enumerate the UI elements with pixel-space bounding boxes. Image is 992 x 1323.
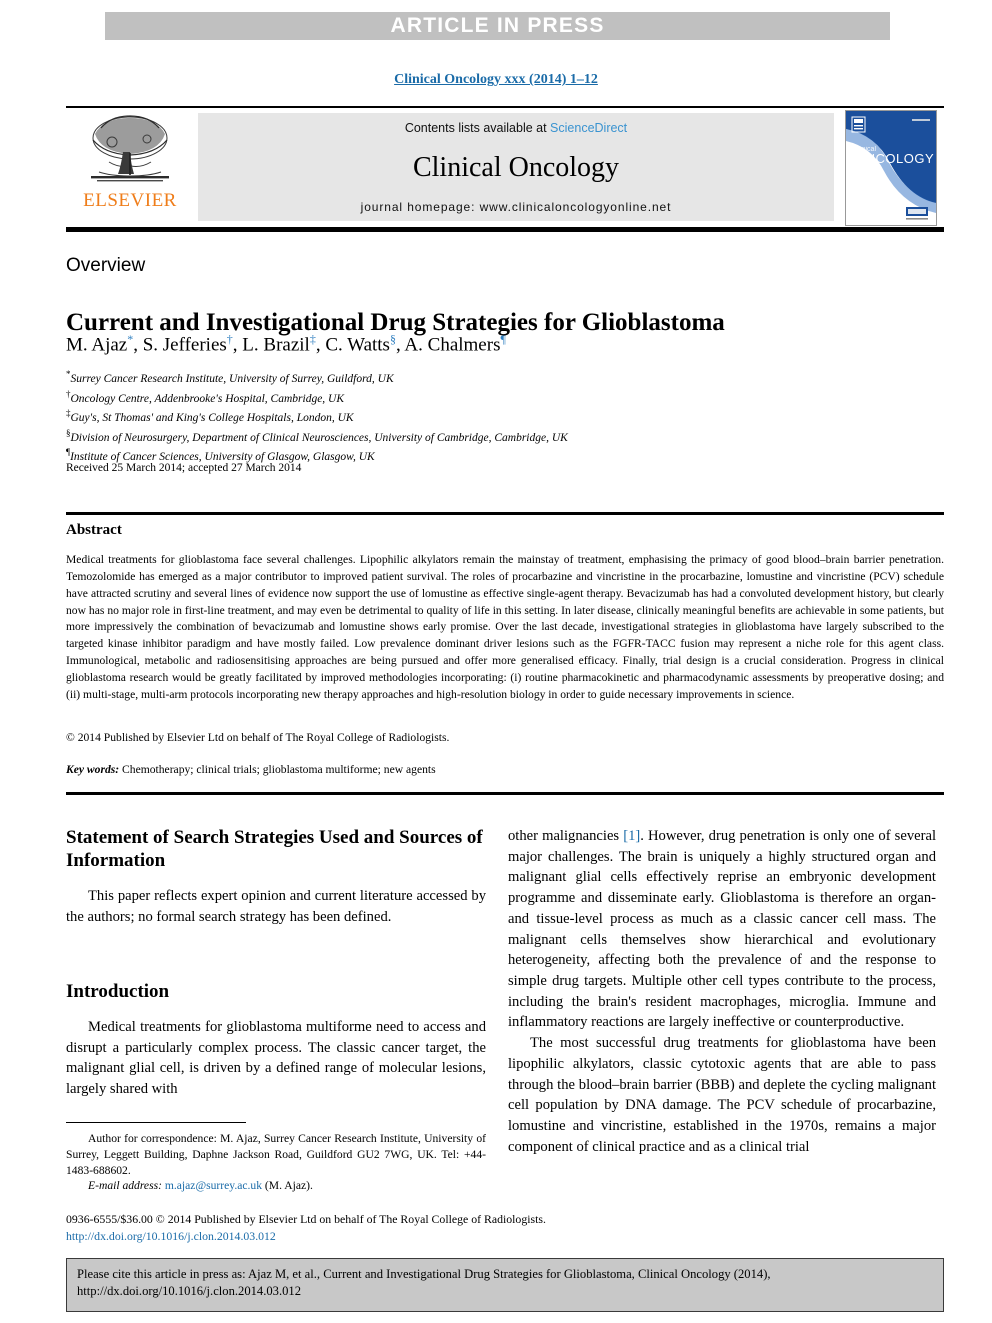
masthead-center: Contents lists available at ScienceDirec… <box>198 113 834 221</box>
footnote-rule <box>66 1122 246 1123</box>
affiliation-text: Division of Neurosurgery, Department of … <box>70 431 568 444</box>
doi-link[interactable]: http://dx.doi.org/10.1016/j.clon.2014.03… <box>66 1228 944 1245</box>
affiliation-text: Guy's, St Thomas' and King's College Hos… <box>70 412 354 425</box>
affiliation-item: ‡Guy's, St Thomas' and King's College Ho… <box>66 407 946 427</box>
keywords-value: Chemotherapy; clinical trials; glioblast… <box>119 763 436 776</box>
introduction-paragraph-left: Medical treatments for glioblastoma mult… <box>66 1018 486 1098</box>
author-name: M. Ajaz <box>66 334 128 356</box>
author-affiliation-marker[interactable]: ‡ <box>310 332 316 346</box>
affiliation-item: §Division of Neurosurgery, Department of… <box>66 427 946 447</box>
abstract-bottom-rule <box>66 792 944 795</box>
section-heading-introduction: Introduction <box>66 980 170 1002</box>
author-list: M. Ajaz*, S. Jefferies†, L. Brazil‡, C. … <box>66 332 506 356</box>
email-link[interactable]: m.ajaz@surrey.ac.uk <box>165 1179 262 1192</box>
body-column-left: Statement of Search Strategies Used and … <box>66 826 486 1100</box>
issn-line: 0936-6555/$36.00 © 2014 Published by Els… <box>66 1212 546 1226</box>
article-history: Received 25 March 2014; accepted 27 Marc… <box>66 462 302 474</box>
elsevier-tree-icon <box>91 115 169 182</box>
introduction-paragraph-right: other malignancies [1]. However, drug pe… <box>508 826 936 1033</box>
elsevier-wordmark: ELSEVIER <box>83 190 177 211</box>
author-affiliation-marker[interactable]: § <box>390 332 396 346</box>
affiliation-list: *Surrey Cancer Research Institute, Unive… <box>66 368 946 466</box>
intro-text-pre: other malignancies <box>508 828 624 844</box>
abstract-heading: Abstract <box>66 522 122 538</box>
author-name: L. Brazil <box>242 334 310 356</box>
search-strategies-paragraph: This paper reflects expert opinion and c… <box>66 888 486 926</box>
article-type-label: Overview <box>66 255 146 276</box>
cover-artwork: clinical ONCOLOGY <box>846 110 936 225</box>
body-column-right: other malignancies [1]. However, drug pe… <box>508 826 936 1158</box>
elsevier-logo[interactable]: ELSEVIER <box>66 108 194 227</box>
correspondence-footnote: Author for correspondence: M. Ajaz, Surr… <box>66 1131 486 1194</box>
abstract-top-rule <box>66 512 944 515</box>
section-heading-search-strategies: Statement of Search Strategies Used and … <box>66 827 483 872</box>
sciencedirect-link[interactable]: ScienceDirect <box>550 121 627 135</box>
journal-cover-cell: clinical ONCOLOGY <box>838 108 944 227</box>
journal-reference-line[interactable]: Clinical Oncology xxx (2014) 1–12 <box>0 72 992 88</box>
correspondence-text: Author for correspondence: M. Ajaz, Surr… <box>66 1132 486 1177</box>
author-name: A. Chalmers <box>404 334 501 356</box>
contents-lists-line: Contents lists available at ScienceDirec… <box>405 121 627 135</box>
citation-reference-1[interactable]: [1] <box>623 828 640 844</box>
abstract-copyright: © 2014 Published by Elsevier Ltd on beha… <box>66 731 450 744</box>
svg-text:ONCOLOGY: ONCOLOGY <box>855 151 934 166</box>
email-suffix: (M. Ajaz). <box>262 1179 313 1193</box>
article-page: ARTICLE IN PRESS Clinical Oncology xxx (… <box>0 0 992 1323</box>
article-in-press-banner: ARTICLE IN PRESS <box>105 12 890 40</box>
alkylators-paragraph: The most successful drug treatments for … <box>508 1035 936 1155</box>
journal-cover-thumbnail[interactable]: clinical ONCOLOGY <box>845 109 937 226</box>
email-label: E-mail address: <box>88 1179 162 1193</box>
keywords-line: Key words: Chemotherapy; clinical trials… <box>66 763 944 776</box>
abstract-text: Medical treatments for glioblastoma face… <box>66 553 944 701</box>
affiliation-text: Oncology Centre, Addenbrooke's Hospital,… <box>70 392 345 405</box>
affiliation-item: †Oncology Centre, Addenbrooke's Hospital… <box>66 388 946 408</box>
cite-this-article-box: Please cite this article in press as: Aj… <box>66 1258 944 1312</box>
journal-title: Clinical Oncology <box>412 151 620 183</box>
author-affiliation-marker[interactable]: † <box>227 332 233 346</box>
journal-masthead: ELSEVIER Contents lists available at Sci… <box>66 106 944 232</box>
affiliation-item: *Surrey Cancer Research Institute, Unive… <box>66 368 946 388</box>
author-affiliation-marker[interactable]: * <box>127 332 133 346</box>
issn-copyright-block: 0936-6555/$36.00 © 2014 Published by Els… <box>66 1211 944 1246</box>
intro-text-post: . However, drug penetration is only one … <box>508 828 936 1031</box>
author-name: S. Jefferies <box>142 334 227 356</box>
journal-homepage-line[interactable]: journal homepage: www.clinicaloncologyon… <box>361 200 672 214</box>
affiliation-text: Surrey Cancer Research Institute, Univer… <box>70 372 394 385</box>
author-name: C. Watts <box>325 334 390 356</box>
email-line: E-mail address: m.ajaz@surrey.ac.uk (M. … <box>66 1178 486 1194</box>
author-affiliation-marker[interactable]: ¶ <box>500 332 505 346</box>
contents-prefix: Contents lists available at <box>404 121 551 135</box>
keywords-label: Key words: <box>66 763 120 776</box>
